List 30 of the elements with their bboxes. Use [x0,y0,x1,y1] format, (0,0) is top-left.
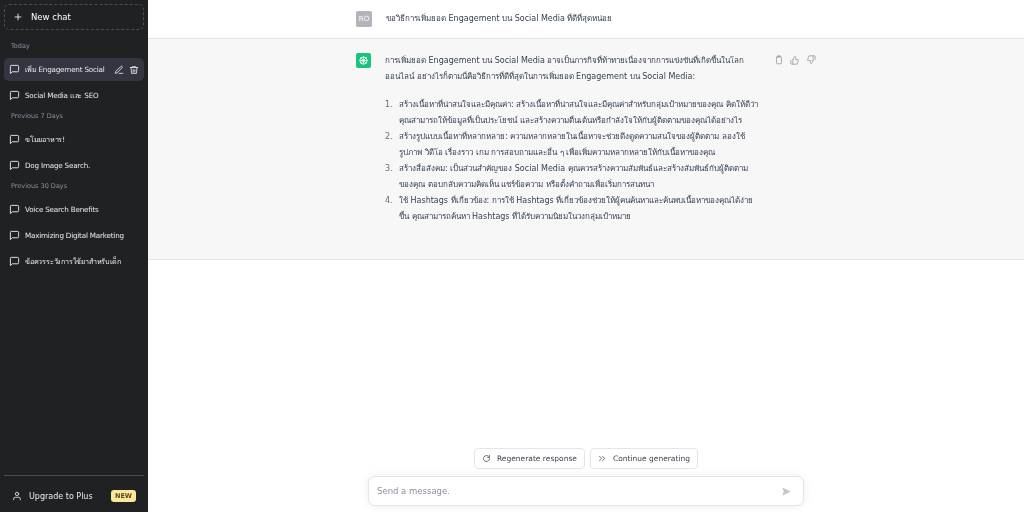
list-item-text: สร้างสื่อสังคม: เป็นส่วนสำคัญของ Social Media คุณควรสร้างความสัมพันธ์และสร้างสัมพันธ์กับผู้ติดตามของคุณ ตอบกลับความคิดเห็น แชร์ข้อความ หรือตั้งคำถามเพื่อเริ่มการสนทนา [399,162,749,191]
new-chat-button[interactable]: New chat [4,4,144,30]
upgrade-label: Upgrade to Plus [29,491,94,501]
refresh-icon [482,454,491,463]
list-number: 1. [385,99,394,111]
plus-icon [13,12,23,22]
list-item-text: สร้างรูปแบบเนื้อหาที่หลากหลาย: ความหลากหลายในเนื้อหาจะช่วยดึงดูดความสนใจของผู้ติดตาม ลองใช้รูปภาพ วิดีโอ เรื่องราว เกม การสอบถามและอื่น ๆ เพื่อเพิ่มความหลากหลายให้กับเนื้อหาของคุณ [399,130,746,160]
list-item-text: สร้างเนื้อหาที่น่าสนใจและมีคุณค่า: สร้างเนื้อหาที่น่าสนใจและมีคุณค่าสำหรับกลุ่มเป้าหมายของคุณ คิดให้ดีว่าคุณสามารถให้ข้อมูลที่เป็นประโยชน์ และสร้างความตื่นเต้นหรือกำลังใจให้กับผู้ติดตามของคุณได้อย่างไร [399,98,759,128]
fast-forward-icon [597,454,607,463]
message-text: ขอวิธีการเพิ่มยอด Engagement บน Social Media ที่ดีที่สุดหน่อย [386,12,614,25]
thumbs-up-icon [790,55,800,65]
user-icon [12,491,22,501]
message-input[interactable]: Send a message. [368,476,804,506]
thumbs-down-icon [806,55,816,65]
list-number: 4. [385,195,394,207]
chat-bubble-icon [9,90,20,101]
message-text: การเพิ่มยอด Engagement บน Social Media อาจเป็นภารกิจที่ท้าทายเนื่องจากการแข่งขันที่เกิดขึ้นในโลกออนไลน์ อย่างไรก็ตามนี่คือวิธีการที่ดีที่สุดในการเพิ่มยอด Engagement บน Social Media: [385,54,746,83]
chat-bubble-icon [9,134,20,145]
list-number: 3. [385,163,394,175]
chat-bubble-icon [9,160,20,171]
clipboard-icon [774,55,784,65]
list-number: 2. [385,131,394,143]
list-item-text: ใช้ Hashtags ที่เกี่ยวข้อง: การใช้ Hashtags ที่เกี่ยวข้องช่วยให้ผู้คนค้นหาและค้นพบเนื้อหาของคุณได้ง่ายขึ้น คุณสามารถค้นหา Hashtags ที่ได้รับความนิยมในวงกลุ่มเป้าหมาย [399,194,755,223]
send-icon [781,485,792,497]
chat-bubble-icon [9,230,20,241]
chat-bubble-icon [9,204,20,215]
chat-bubble-icon [9,64,20,75]
chat-bubble-icon [9,256,20,267]
trash-icon [129,64,139,75]
pencil-icon [114,64,124,75]
